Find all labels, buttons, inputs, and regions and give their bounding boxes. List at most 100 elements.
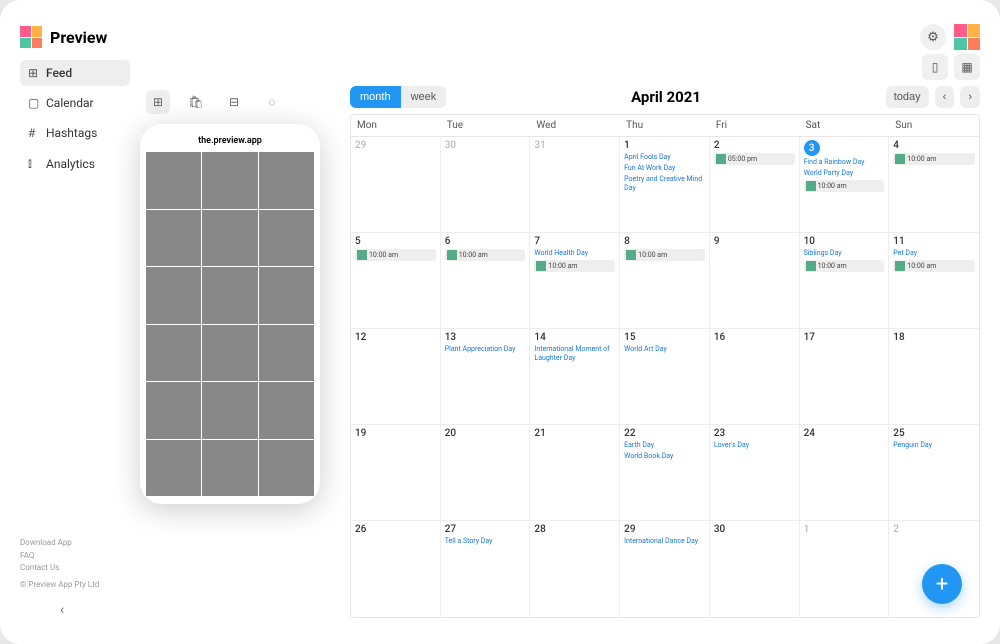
calendar-event-chip[interactable]: 05:00 pm bbox=[714, 153, 795, 165]
calendar-event-chip[interactable]: 10:00 am bbox=[804, 260, 885, 272]
calendar-view-button[interactable]: ▦ bbox=[954, 54, 980, 80]
calendar-event-chip[interactable]: 10:00 am bbox=[893, 260, 975, 272]
feed-tile[interactable] bbox=[146, 382, 201, 439]
week-toggle[interactable]: week bbox=[401, 86, 447, 108]
add-post-fab[interactable]: + bbox=[922, 564, 962, 604]
month-toggle[interactable]: month bbox=[350, 86, 401, 108]
calendar-event-text[interactable]: Penguin Day bbox=[893, 441, 975, 450]
calendar-cell[interactable]: 31 bbox=[530, 137, 620, 232]
calendar-cell[interactable]: 28 bbox=[530, 521, 620, 617]
calendar-cell[interactable]: 14International Moment of Laughter Day bbox=[530, 329, 620, 424]
calendar-cell[interactable]: 810:00 am bbox=[620, 233, 710, 328]
feed-tile[interactable] bbox=[146, 152, 201, 209]
today-button[interactable]: today bbox=[886, 86, 929, 108]
feed-tile[interactable] bbox=[202, 210, 257, 267]
layout-refresh-button[interactable]: ◌ bbox=[260, 90, 284, 114]
calendar-cell[interactable]: 21 bbox=[530, 425, 620, 520]
layout-option3-button[interactable]: ⊟ bbox=[222, 90, 246, 114]
calendar-event-text[interactable]: International Dance Day bbox=[624, 537, 705, 546]
calendar-cell[interactable]: 24 bbox=[800, 425, 890, 520]
calendar-cell[interactable]: 30 bbox=[710, 521, 800, 617]
calendar-cell[interactable]: 20 bbox=[441, 425, 531, 520]
calendar-event-text[interactable]: World Art Day bbox=[624, 345, 705, 354]
calendar-cell[interactable]: 27Tell a Story Day bbox=[441, 521, 531, 617]
calendar-event-chip[interactable]: 10:00 am bbox=[893, 153, 975, 165]
settings-button[interactable]: ⚙ bbox=[920, 24, 946, 50]
sidebar-collapse-button[interactable]: ‹ bbox=[20, 602, 130, 618]
calendar-cell[interactable]: 16 bbox=[710, 329, 800, 424]
calendar-event-text[interactable]: Find a Rainbow Day bbox=[804, 158, 885, 167]
calendar-event-text[interactable]: Fun At Work Day bbox=[624, 164, 705, 173]
calendar-cell[interactable]: 12 bbox=[351, 329, 441, 424]
account-avatar[interactable] bbox=[954, 24, 980, 50]
sidebar-item-feed[interactable]: ⊞ Feed bbox=[20, 60, 130, 86]
calendar-event-chip[interactable]: 10:00 am bbox=[804, 180, 885, 192]
calendar-event-text[interactable]: Tell a Story Day bbox=[445, 537, 526, 546]
feed-tile[interactable] bbox=[259, 210, 314, 267]
calendar-event-chip[interactable]: 10:00 am bbox=[534, 260, 615, 272]
calendar-cell[interactable]: 11Pet Day10:00 am bbox=[889, 233, 979, 328]
calendar-cell[interactable]: 22Earth DayWorld Book Day bbox=[620, 425, 710, 520]
feed-tile[interactable] bbox=[202, 267, 257, 324]
calendar-cell[interactable]: 19 bbox=[351, 425, 441, 520]
footer-link-download[interactable]: Download App bbox=[20, 537, 130, 550]
calendar-event-text[interactable]: Pet Day bbox=[893, 249, 975, 258]
calendar-cell[interactable]: 13Plant Appreciation Day bbox=[441, 329, 531, 424]
calendar-cell[interactable]: 29 bbox=[351, 137, 441, 232]
feed-tile[interactable] bbox=[259, 440, 314, 497]
phone-feed-grid[interactable] bbox=[146, 152, 314, 496]
calendar-event-text[interactable]: International Moment of Laughter Day bbox=[534, 345, 615, 363]
calendar-cell[interactable]: 17 bbox=[800, 329, 890, 424]
calendar-event-text[interactable]: World Party Day bbox=[804, 169, 885, 178]
layout-option2-button[interactable]: 🛍 bbox=[184, 90, 208, 114]
calendar-cell[interactable]: 205:00 pm bbox=[710, 137, 800, 232]
calendar-event-text[interactable]: World Health Day bbox=[534, 249, 615, 258]
feed-tile[interactable] bbox=[259, 267, 314, 324]
calendar-cell[interactable]: 29International Dance Day bbox=[620, 521, 710, 617]
calendar-event-text[interactable]: Lover's Day bbox=[714, 441, 795, 450]
sidebar-item-hashtags[interactable]: # Hashtags bbox=[20, 120, 130, 146]
calendar-cell[interactable]: 15World Art Day bbox=[620, 329, 710, 424]
calendar-cell[interactable]: 510:00 am bbox=[351, 233, 441, 328]
feed-tile[interactable] bbox=[146, 325, 201, 382]
phone-view-button[interactable]: ▯ bbox=[922, 54, 948, 80]
calendar-event-text[interactable]: Earth Day bbox=[624, 441, 705, 450]
calendar-event-chip[interactable]: 10:00 am bbox=[624, 249, 705, 261]
layout-grid-button[interactable]: ⊞ bbox=[146, 90, 170, 114]
calendar-cell[interactable]: 610:00 am bbox=[441, 233, 531, 328]
calendar-cell[interactable]: 410:00 am bbox=[889, 137, 979, 232]
feed-tile[interactable] bbox=[202, 440, 257, 497]
sidebar-item-analytics[interactable]: ⫾ Analytics bbox=[20, 150, 130, 177]
calendar-cell[interactable]: 10Siblings Day10:00 am bbox=[800, 233, 890, 328]
footer-link-contact[interactable]: Contact Us bbox=[20, 562, 130, 575]
calendar-event-chip[interactable]: 10:00 am bbox=[355, 249, 436, 261]
calendar-event-text[interactable]: April Fools Day bbox=[624, 153, 705, 162]
prev-month-button[interactable]: ‹ bbox=[935, 86, 955, 108]
feed-tile[interactable] bbox=[259, 152, 314, 209]
calendar-cell[interactable]: 25Penguin Day bbox=[889, 425, 979, 520]
sidebar-item-calendar[interactable]: ▢ Calendar bbox=[20, 90, 130, 116]
calendar-event-text[interactable]: Poetry and Creative Mind Day bbox=[624, 175, 705, 193]
feed-tile[interactable] bbox=[259, 325, 314, 382]
calendar-cell[interactable]: 7World Health Day10:00 am bbox=[530, 233, 620, 328]
feed-tile[interactable] bbox=[146, 210, 201, 267]
calendar-event-text[interactable]: Siblings Day bbox=[804, 249, 885, 258]
feed-tile[interactable] bbox=[259, 382, 314, 439]
calendar-event-text[interactable]: Plant Appreciation Day bbox=[445, 345, 526, 354]
calendar-cell[interactable]: 26 bbox=[351, 521, 441, 617]
calendar-cell[interactable]: 1April Fools DayFun At Work DayPoetry an… bbox=[620, 137, 710, 232]
calendar-event-text[interactable]: World Book Day bbox=[624, 452, 705, 461]
calendar-cell[interactable]: 9 bbox=[710, 233, 800, 328]
feed-tile[interactable] bbox=[202, 325, 257, 382]
footer-link-faq[interactable]: FAQ bbox=[20, 550, 130, 563]
calendar-cell[interactable]: 18 bbox=[889, 329, 979, 424]
calendar-cell[interactable]: 1 bbox=[800, 521, 890, 617]
calendar-cell[interactable]: 23Lover's Day bbox=[710, 425, 800, 520]
feed-tile[interactable] bbox=[146, 267, 201, 324]
calendar-cell[interactable]: 30 bbox=[441, 137, 531, 232]
calendar-cell[interactable]: 3Find a Rainbow DayWorld Party Day10:00 … bbox=[800, 137, 890, 232]
next-month-button[interactable]: › bbox=[960, 86, 980, 108]
feed-tile[interactable] bbox=[202, 152, 257, 209]
feed-tile[interactable] bbox=[146, 440, 201, 497]
calendar-event-chip[interactable]: 10:00 am bbox=[445, 249, 526, 261]
